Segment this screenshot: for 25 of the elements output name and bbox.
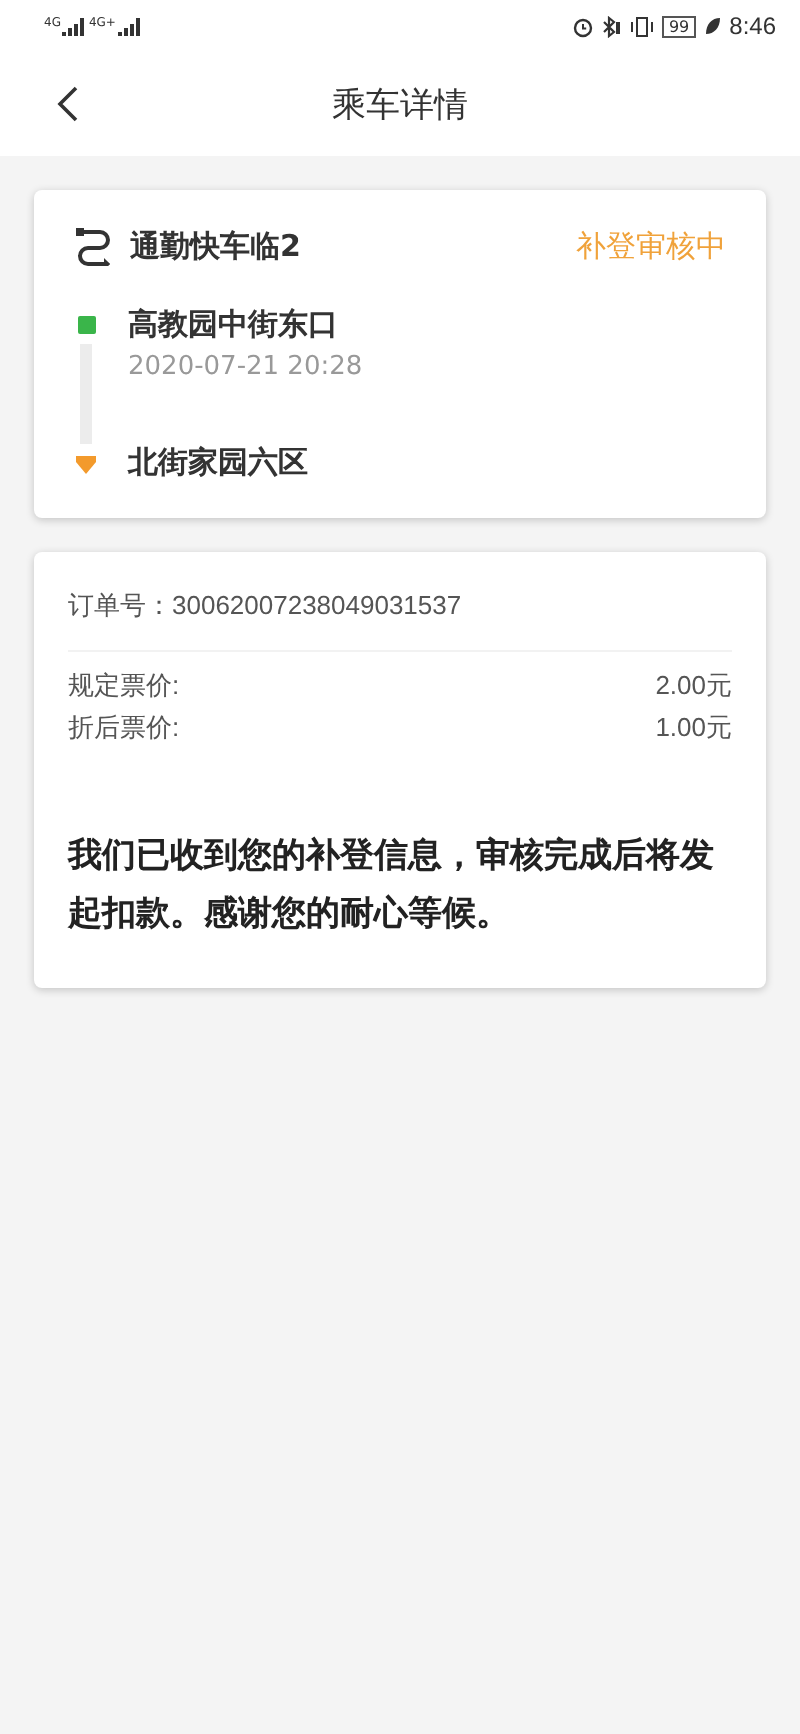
- stop-name: 高教园中街东口: [128, 306, 340, 344]
- battery-level: 99: [662, 15, 696, 37]
- review-status: 补登审核中: [576, 227, 726, 265]
- start-marker-icon: [77, 316, 95, 334]
- clock-time: 8:46: [729, 12, 776, 40]
- vibrate-icon: [630, 15, 655, 37]
- signal-icon: [117, 17, 142, 35]
- price-value: 2.00元: [655, 668, 732, 704]
- notice-message: 我们已收到您的补登信息，审核完成后将发起扣款。感谢您的耐心等候。: [68, 834, 716, 938]
- back-button[interactable]: [56, 84, 80, 124]
- route-name: 通勤快车临2: [130, 227, 303, 265]
- price-label: 折后票价:: [68, 710, 180, 746]
- alarm-icon: [572, 15, 595, 37]
- signal-icon: [62, 17, 87, 35]
- page-title: 乘车详情: [332, 83, 468, 127]
- stop-name: 北街家园六区: [128, 444, 308, 482]
- order-number-label: 订单号：: [68, 590, 172, 620]
- stop-time: 2020-07-21 20:28: [128, 352, 363, 382]
- leaf-icon: [703, 16, 722, 36]
- route-icon: [74, 226, 114, 266]
- price-label: 规定票价:: [68, 668, 180, 704]
- price-value: 1.00元: [655, 710, 732, 746]
- bluetooth-icon: [602, 15, 623, 37]
- order-number: 30062007238049031537: [172, 590, 462, 620]
- end-marker-icon: [76, 454, 96, 474]
